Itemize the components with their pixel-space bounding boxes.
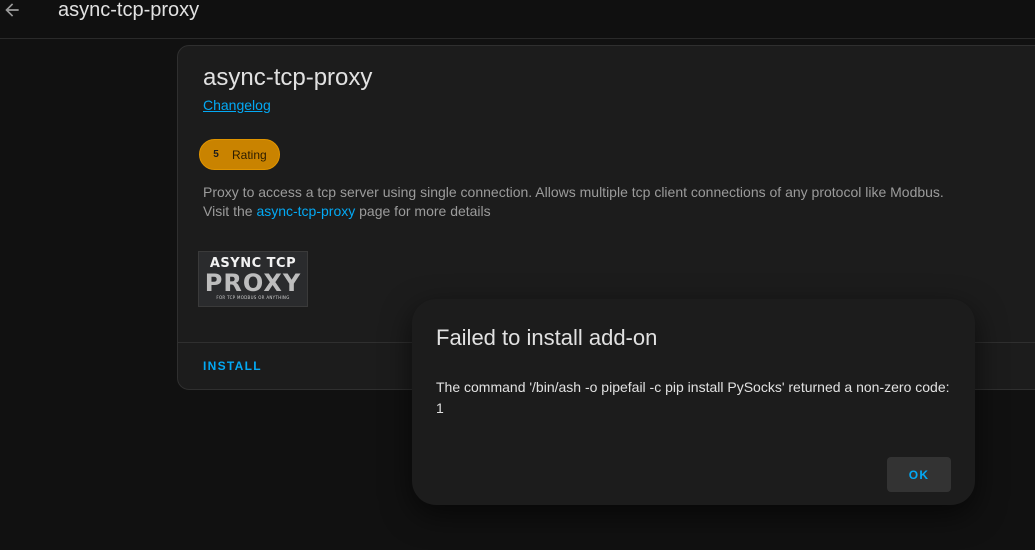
- dialog-message: The command '/bin/ash -o pipefail -c pip…: [436, 379, 950, 416]
- top-app-bar: async-tcp-proxy: [0, 0, 1035, 39]
- rating-label: Rating: [232, 147, 267, 162]
- addon-page-link[interactable]: async-tcp-proxy: [256, 203, 355, 219]
- error-dialog: Failed to install add-on The command '/b…: [412, 299, 975, 505]
- ok-button[interactable]: OK: [887, 457, 951, 492]
- description-text: Proxy to access a tcp server using singl…: [203, 184, 944, 200]
- rating-value: 5: [213, 149, 219, 160]
- install-button[interactable]: INSTALL: [203, 359, 262, 373]
- rating-chip: 5 Rating: [199, 139, 280, 170]
- logo-line-3: FOR TCP MODBUS OR ANYTHING: [216, 295, 290, 300]
- description-visit-text: Visit the: [203, 203, 257, 219]
- logo-line-2: PROXY: [204, 269, 302, 297]
- addon-logo: ASYNC TCP PROXY FOR TCP MODBUS OR ANYTHI…: [198, 251, 308, 307]
- changelog-link[interactable]: Changelog: [203, 97, 271, 113]
- description-suffix-text: page for more details: [355, 203, 491, 219]
- arrow-left-icon: [5, 3, 19, 17]
- addon-title: async-tcp-proxy: [203, 64, 373, 91]
- page-title: async-tcp-proxy: [58, 0, 200, 21]
- addon-description: Proxy to access a tcp server using singl…: [203, 183, 1003, 221]
- back-button[interactable]: [0, 0, 24, 26]
- dialog-title: Failed to install add-on: [436, 325, 658, 350]
